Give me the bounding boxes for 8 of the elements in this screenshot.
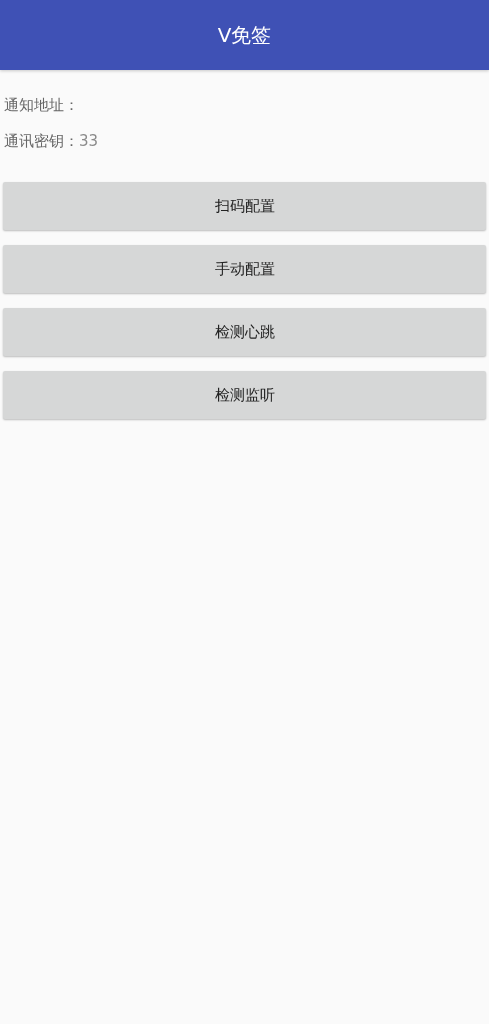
action-button[interactable]: 检测心跳 [3,308,486,356]
field-label: 通讯密钥： [4,131,79,151]
field-label: 通知地址： [4,95,79,115]
field-value: 33 [79,132,99,150]
action-button[interactable]: 手动配置 [3,245,486,293]
action-button[interactable]: 检测监听 [3,371,486,419]
app-title: V免签 [217,21,272,49]
action-button[interactable]: 扫码配置 [3,182,486,230]
